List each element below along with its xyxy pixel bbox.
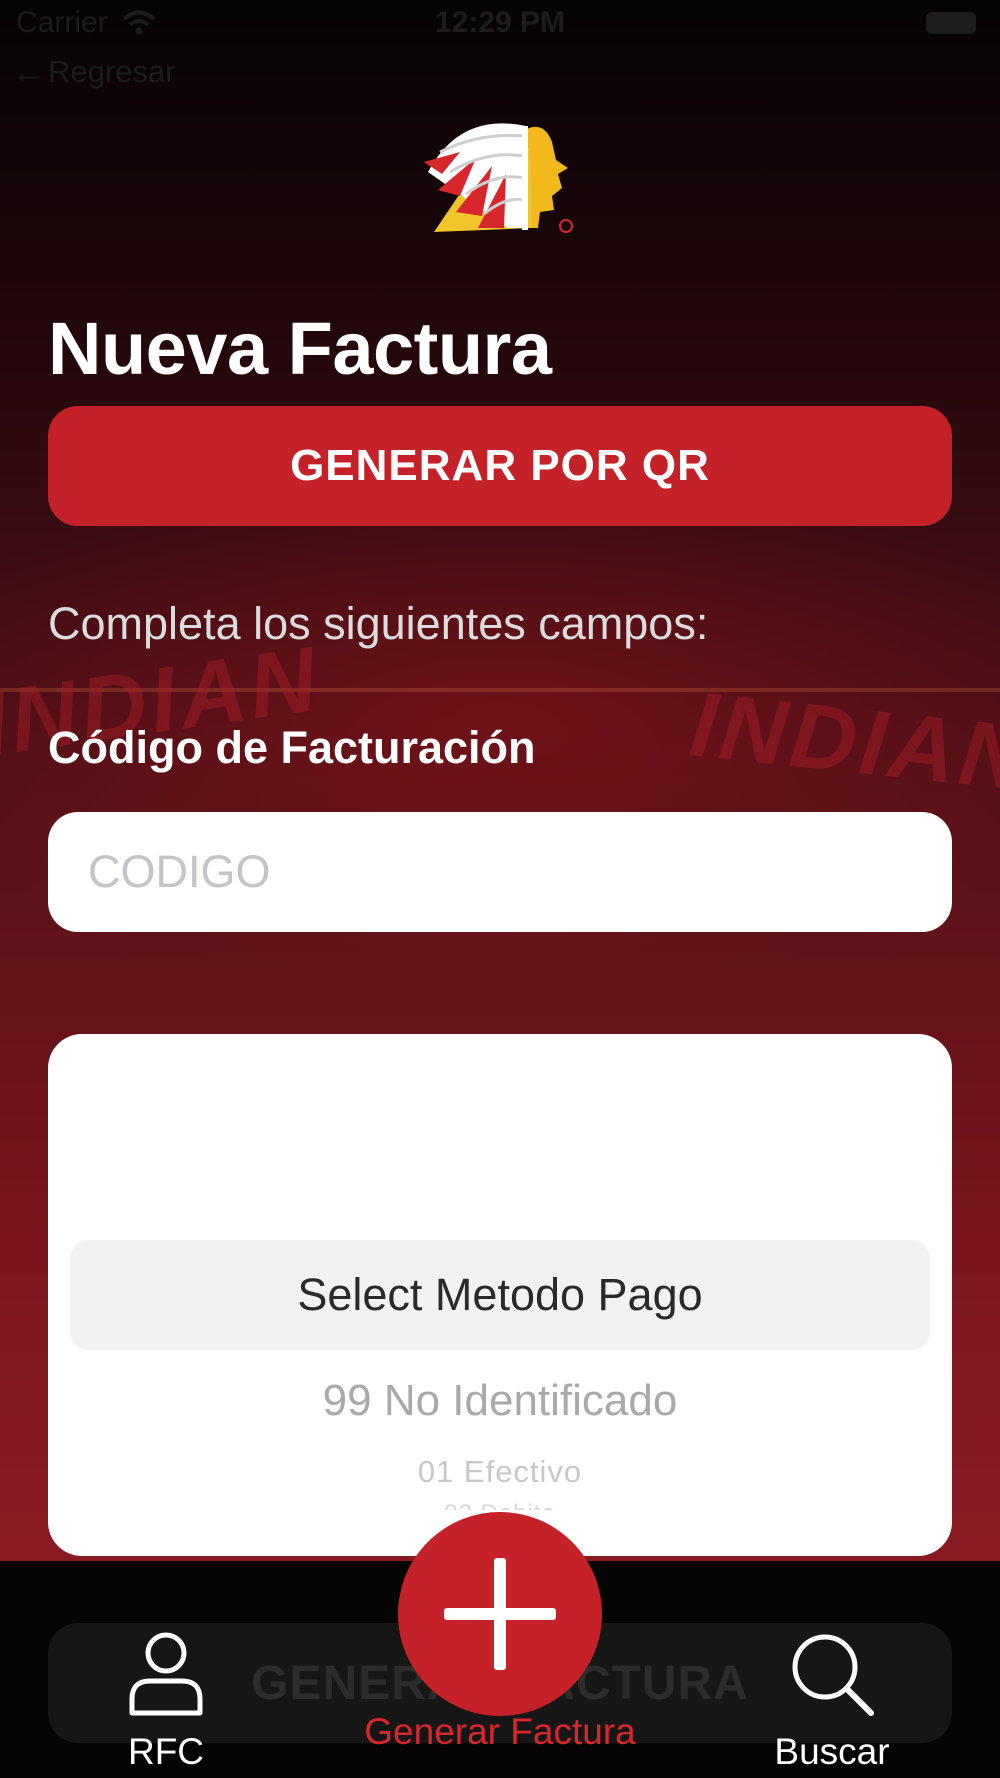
picker-option[interactable]: 01 Efectivo [48, 1454, 952, 1490]
search-icon [792, 1634, 874, 1716]
back-arrow-icon: ← [12, 53, 44, 90]
picker-option[interactable]: 02 Debito [48, 1500, 952, 1510]
picker-option[interactable]: 99 No Identificado [48, 1376, 952, 1426]
tab-buscar-label: Buscar [774, 1731, 890, 1772]
battery-icon [926, 12, 976, 34]
tab-generar-factura-label: Generar Factura [364, 1711, 636, 1752]
page-title: Nueva Factura [48, 307, 552, 390]
app-screen: INDIAN INDIAN Carrier 12:29 PM ← Regresa… [0, 0, 1000, 1778]
status-time: 12:29 PM [434, 6, 566, 39]
back-label: Regresar [48, 54, 176, 89]
form-instructions: Completa los siguientes campos: [48, 598, 709, 649]
person-icon [129, 1632, 203, 1716]
generate-qr-button[interactable]: GENERAR POR QR [48, 406, 952, 526]
tab-buscar[interactable]: Buscar [712, 1631, 952, 1773]
payment-method-picker[interactable]: Select Metodo Pago 99 No Identificado 01… [48, 1034, 952, 1556]
status-bar: Carrier 12:29 PM [0, 0, 1000, 48]
codigo-input[interactable] [48, 812, 952, 932]
picker-selected-row[interactable]: Select Metodo Pago [70, 1240, 930, 1350]
background-sign-right: INDIAN [685, 673, 1000, 811]
plus-icon [444, 1558, 556, 1670]
tab-rfc-label: RFC [127, 1731, 205, 1772]
back-button[interactable]: ← Regresar [12, 50, 176, 94]
codigo-field-label: Código de Facturación [48, 722, 536, 773]
indian-headdress-logo [424, 123, 573, 233]
tab-rfc[interactable]: RFC [46, 1631, 286, 1773]
add-invoice-fab[interactable] [398, 1512, 602, 1716]
